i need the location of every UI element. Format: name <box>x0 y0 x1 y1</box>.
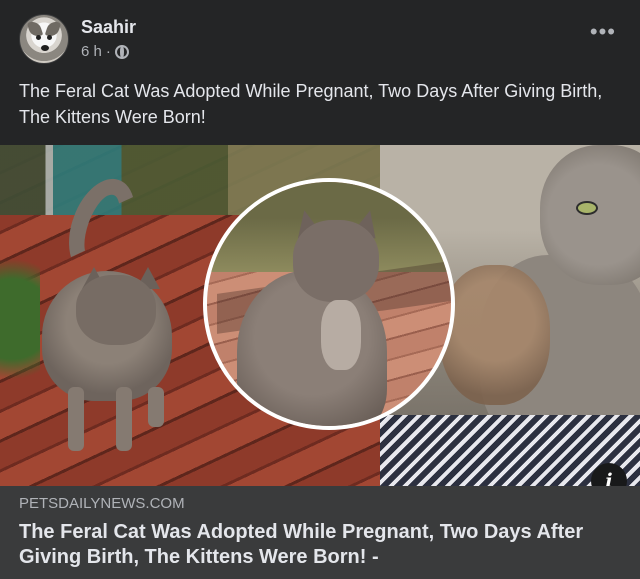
plant <box>0 255 40 415</box>
author-name[interactable]: Saahir <box>81 17 136 38</box>
post-time[interactable]: 6 h <box>81 43 102 60</box>
globe-icon[interactable] <box>114 44 129 59</box>
link-title[interactable]: The Feral Cat Was Adopted While Pregnant… <box>19 520 619 570</box>
mother-cat-eye <box>576 201 598 215</box>
avatar-eye <box>47 35 52 40</box>
post-header: Saahir 6 h · ••• <box>0 0 640 70</box>
meta-separator: · <box>105 43 111 60</box>
walking-cat <box>38 169 178 451</box>
avatar-eye <box>36 35 41 40</box>
link-preview[interactable]: PETSDAILYNEWS.COM The Feral Cat Was Adop… <box>0 486 640 579</box>
sitting-cat-inset-photo <box>203 178 455 430</box>
avatar-nose <box>41 45 49 51</box>
cat-head <box>76 275 156 345</box>
post-image[interactable] <box>0 145 640 486</box>
mother-cat-head <box>540 145 640 285</box>
cat-leg <box>68 387 84 451</box>
post-caption: The Feral Cat Was Adopted While Pregnant… <box>19 81 603 127</box>
cat-leg <box>116 387 132 451</box>
cat-head <box>293 220 379 302</box>
post-meta: 6 h · <box>81 43 129 60</box>
author-avatar[interactable] <box>19 14 69 64</box>
cat-chest <box>321 300 361 370</box>
more-options-icon[interactable]: ••• <box>590 21 616 43</box>
kitten <box>440 265 550 405</box>
sitting-cat <box>237 207 407 426</box>
link-domain: PETSDAILYNEWS.COM <box>19 495 185 512</box>
cat-leg <box>148 387 164 427</box>
